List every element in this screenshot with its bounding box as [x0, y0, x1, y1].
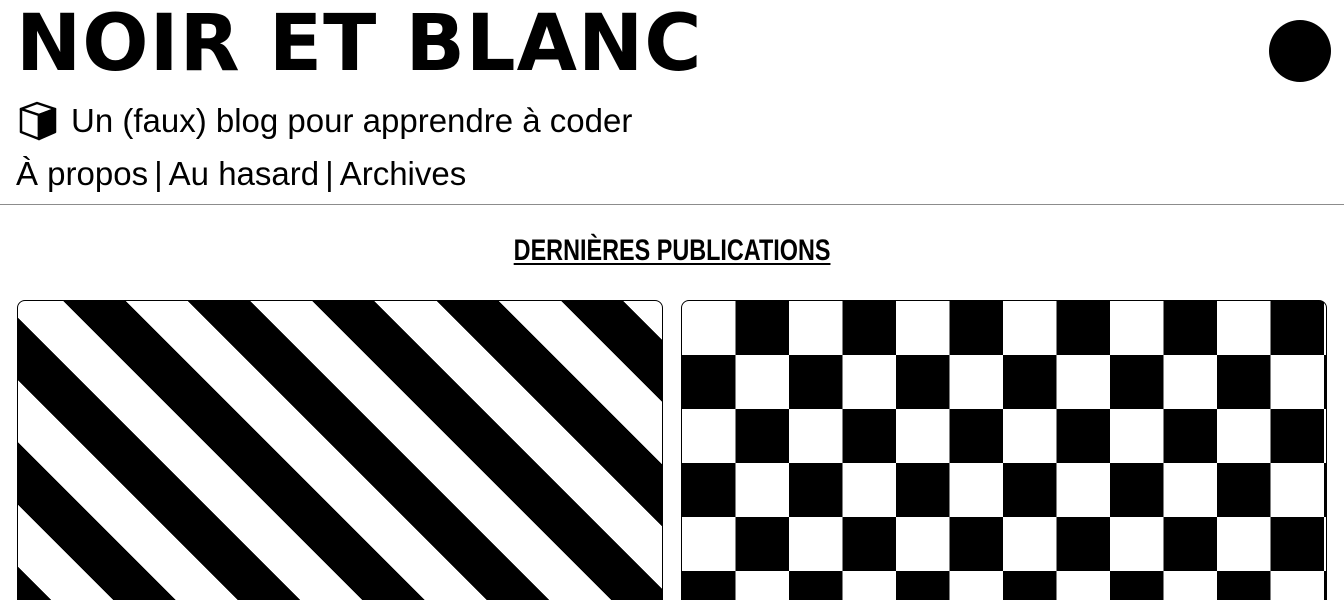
post-card-diagonal-stripes[interactable]: [17, 300, 663, 600]
section-title-text: DERNIÈRES PUBLICATIONS: [513, 234, 831, 267]
site-title[interactable]: NOIR ET BLANC: [16, 0, 703, 94]
nav-link-a-propos[interactable]: À propos: [16, 155, 148, 193]
nav-link-au-hasard[interactable]: Au hasard: [169, 155, 319, 193]
theme-toggle-circle-icon[interactable]: [1269, 20, 1331, 82]
nav-separator: |: [154, 155, 163, 192]
site-header: NOIR ET BLANC Un (faux) blog pour appren…: [0, 0, 1344, 205]
main-nav: À propos | Au hasard | Archives: [16, 152, 466, 196]
cube-icon: [17, 100, 61, 142]
nav-link-archives[interactable]: Archives: [340, 155, 467, 193]
section-title: DERNIÈRES PUBLICATIONS: [0, 228, 1344, 274]
tagline: Un (faux) blog pour apprendre à coder: [17, 100, 632, 142]
nav-separator: |: [325, 155, 334, 192]
tagline-text: Un (faux) blog pour apprendre à coder: [71, 102, 633, 139]
post-card-checkerboard[interactable]: [681, 300, 1327, 600]
